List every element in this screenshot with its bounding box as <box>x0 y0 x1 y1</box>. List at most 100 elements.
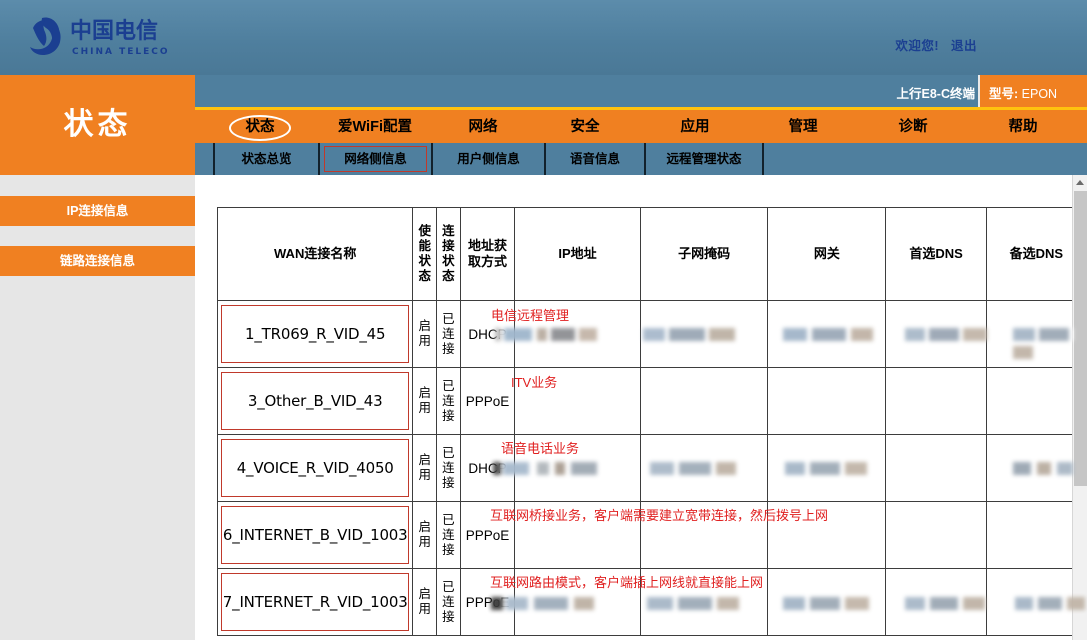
subnav-item-network-side[interactable]: 网络侧信息 <box>318 143 431 175</box>
scrollbar-thumb[interactable] <box>1074 191 1087 486</box>
nav-item-label: 帮助 <box>1009 119 1038 135</box>
logout-link[interactable]: 退出 <box>951 39 977 53</box>
cell-enable-status: 启用 <box>413 569 437 636</box>
china-telecom-logo: 中国电信 CHINA TELECOM <box>30 8 170 66</box>
nav-item-aiwifi[interactable]: 爱WiFi配置 <box>315 117 435 139</box>
nav-item-application[interactable]: 应用 <box>655 117 735 139</box>
subnav-item-voice[interactable]: 语音信息 <box>544 143 644 175</box>
table-header-row: WAN连接名称 使能状态 连接状态 地址获取方式 IP地址 子网掩码 网关 首选… <box>218 208 1087 301</box>
subnav-item-remote-mgmt[interactable]: 远程管理状态 <box>644 143 764 175</box>
svg-text:中国电信: 中国电信 <box>70 18 158 44</box>
main-nav: 状态 爱WiFi配置 网络 安全 应用 管理 诊断 帮助 <box>195 107 1087 143</box>
col-header-primary-dns: 首选DNS <box>886 208 986 301</box>
cell-subnet-mask <box>640 502 768 569</box>
cell-subnet-mask <box>640 435 768 502</box>
cell-primary-dns <box>886 368 986 435</box>
cell-primary-dns <box>886 435 986 502</box>
nav-item-help[interactable]: 帮助 <box>983 117 1063 139</box>
svg-text:CHINA TELECOM: CHINA TELECOM <box>72 47 170 57</box>
nav-item-security[interactable]: 安全 <box>545 117 625 139</box>
subnav-item-label: 远程管理状态 <box>666 152 741 166</box>
cell-subnet-mask <box>640 301 768 368</box>
col-header-wan-name: WAN连接名称 <box>218 208 413 301</box>
nav-item-diagnostics[interactable]: 诊断 <box>873 117 953 139</box>
nav-item-label: 爱WiFi配置 <box>338 119 412 135</box>
nav-item-label: 管理 <box>789 119 818 135</box>
cell-primary-dns <box>886 301 986 368</box>
cell-enable-status: 启用 <box>413 301 437 368</box>
vertical-scrollbar[interactable] <box>1072 175 1087 640</box>
subnav-item-label: 网络侧信息 <box>344 152 407 166</box>
sidebar-title: 状态 <box>0 75 195 175</box>
cell-ip-address <box>515 435 641 502</box>
subnav-item-label: 状态总览 <box>241 152 291 166</box>
wan-name-text: 7_INTERNET_R_VID_1003 <box>223 593 408 611</box>
cell-wan-name: 7_INTERNET_R_VID_1003 <box>218 569 413 636</box>
subnav-item-label: 用户侧信息 <box>457 152 520 166</box>
cell-address-mode: PPPoE <box>460 569 515 636</box>
cell-enable-status: 启用 <box>413 502 437 569</box>
wan-name-text: 1_TR069_R_VID_45 <box>245 325 385 343</box>
subnav-item-label: 语音信息 <box>570 152 620 166</box>
nav-item-network[interactable]: 网络 <box>443 117 523 139</box>
wan-name-text: 3_Other_B_VID_43 <box>248 392 383 410</box>
cell-primary-dns <box>886 502 986 569</box>
welcome-area: 欢迎您! 退出 <box>895 35 977 54</box>
wan-name-text: 6_INTERNET_B_VID_1003 <box>223 526 408 544</box>
sidebar-item-label: IP连接信息 <box>67 204 129 218</box>
cell-subnet-mask <box>640 368 768 435</box>
cell-address-mode: PPPoE <box>460 368 515 435</box>
table-row: 1_TR069_R_VID_45 启用 已连接 DHCP <box>218 301 1087 368</box>
scroll-up-arrow-icon[interactable] <box>1073 175 1087 190</box>
nav-item-label: 状态 <box>246 119 275 135</box>
device-strip: 上行E8-C终端 型号: EPON <box>195 75 1087 107</box>
cell-wan-name: 4_VOICE_R_VID_4050 <box>218 435 413 502</box>
cell-ip-address <box>515 368 641 435</box>
cell-ip-address <box>515 569 641 636</box>
sidebar-item-ip-connection[interactable]: IP连接信息 <box>0 196 195 226</box>
table-row: 7_INTERNET_R_VID_1003 启用 已连接 PPPoE <box>218 569 1087 636</box>
welcome-text: 欢迎您! <box>895 39 939 53</box>
cell-conn-status: 已连接 <box>437 368 461 435</box>
table-row: 3_Other_B_VID_43 启用 已连接 PPPoE <box>218 368 1087 435</box>
col-header-enable-status: 使能状态 <box>413 208 437 301</box>
nav-item-label: 应用 <box>681 119 710 135</box>
cell-address-mode: PPPoE <box>460 502 515 569</box>
browser-page: 中国电信 CHINA TELECOM 欢迎您! 退出 上行E8-C终端 型号: … <box>0 0 1087 640</box>
col-header-address-mode: 地址获取方式 <box>460 208 515 301</box>
cell-address-mode: DHCP <box>460 301 515 368</box>
cell-ip-address <box>515 502 641 569</box>
cell-wan-name: 6_INTERNET_B_VID_1003 <box>218 502 413 569</box>
wan-connection-table: WAN连接名称 使能状态 连接状态 地址获取方式 IP地址 子网掩码 网关 首选… <box>217 207 1087 636</box>
col-header-gateway: 网关 <box>768 208 886 301</box>
cell-gateway <box>768 502 886 569</box>
cell-conn-status: 已连接 <box>437 569 461 636</box>
content-area: WAN连接名称 使能状态 连接状态 地址获取方式 IP地址 子网掩码 网关 首选… <box>195 175 1087 640</box>
cell-conn-status: 已连接 <box>437 435 461 502</box>
col-header-conn-status: 连接状态 <box>437 208 461 301</box>
nav-item-management[interactable]: 管理 <box>763 117 843 139</box>
col-header-ip-address: IP地址 <box>515 208 641 301</box>
cell-conn-status: 已连接 <box>437 502 461 569</box>
sidebar-item-label: 链路连接信息 <box>60 254 135 268</box>
model-label: 型号: <box>989 87 1018 101</box>
subnav-item-overview[interactable]: 状态总览 <box>213 143 318 175</box>
sub-nav: 状态总览 网络侧信息 用户侧信息 语音信息 远程管理状态 <box>195 143 1087 175</box>
cell-enable-status: 启用 <box>413 435 437 502</box>
nav-item-label: 诊断 <box>899 119 928 135</box>
col-header-subnet-mask: 子网掩码 <box>640 208 768 301</box>
nav-item-label: 网络 <box>469 119 498 135</box>
cell-primary-dns <box>886 569 986 636</box>
table-body: 1_TR069_R_VID_45 启用 已连接 DHCP 3_Other_B_V… <box>218 301 1087 636</box>
cell-conn-status: 已连接 <box>437 301 461 368</box>
sidebar-item-link-connection[interactable]: 链路连接信息 <box>0 246 195 276</box>
subnav-item-user-side[interactable]: 用户侧信息 <box>431 143 544 175</box>
cell-wan-name: 1_TR069_R_VID_45 <box>218 301 413 368</box>
top-banner: 中国电信 CHINA TELECOM 欢迎您! 退出 <box>0 0 1087 75</box>
device-name: 上行E8-C终端 <box>897 83 975 102</box>
wan-name-text: 4_VOICE_R_VID_4050 <box>237 459 394 477</box>
cell-address-mode: DHCP <box>460 435 515 502</box>
nav-item-status[interactable]: 状态 <box>225 117 295 139</box>
model-value: EPON <box>1022 87 1057 101</box>
cell-gateway <box>768 569 886 636</box>
